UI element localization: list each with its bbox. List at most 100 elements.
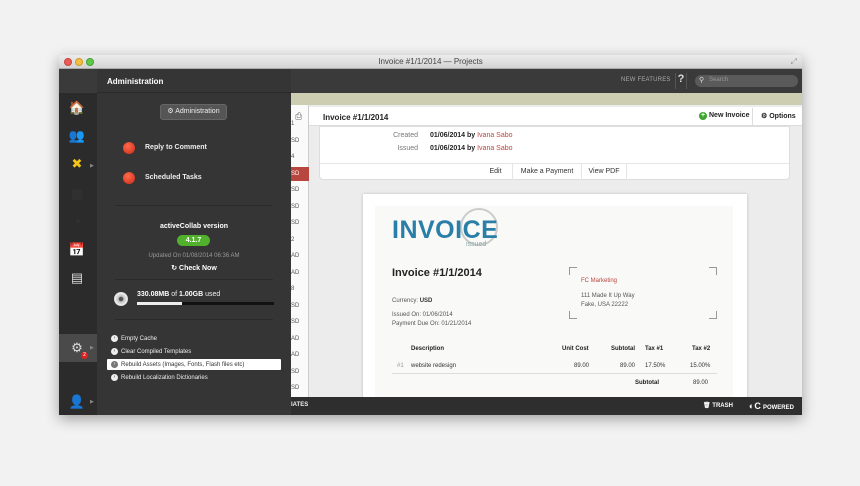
- app-window: Invoice #1/1/2014 — Projects ⤢ NEW FEATU…: [59, 55, 802, 415]
- corner: [709, 311, 717, 319]
- rebuild-assets-link[interactable]: › Rebuild Assets (Images, Fonts, Flash fi…: [111, 361, 244, 368]
- avatar-arrow-icon: ▶: [90, 399, 94, 405]
- due-on: Payment Due On: 01/21/2014: [392, 321, 472, 327]
- divider: [115, 319, 273, 320]
- new-features-link[interactable]: NEW FEATURES: [621, 77, 671, 83]
- row-tax2: 15.00%: [690, 363, 711, 369]
- col-tax2: Tax #2: [692, 346, 711, 352]
- invoice-list-column: 1 SD 4 SD SD SD SD 2 AD AD 8 SD SD AD AD SD SD: [291, 105, 309, 397]
- calendar-icon[interactable]: 📅: [68, 241, 86, 259]
- trash-button[interactable]: 🗑 TRASH: [703, 402, 733, 409]
- documents-icon[interactable]: ▤: [68, 269, 86, 287]
- list-cell[interactable]: SD: [291, 200, 309, 214]
- list-cell[interactable]: SD: [291, 183, 309, 197]
- rebuild-dictionaries-link[interactable]: › Rebuild Localization Dictionaries: [111, 374, 208, 381]
- title-bar: Invoice #1/1/2014 — Projects ⤢: [59, 55, 802, 69]
- subtotal-label: Subtotal: [635, 380, 659, 386]
- corner: [709, 267, 717, 275]
- gear-icon: ⚙: [761, 113, 770, 120]
- administration-panel: Administration ⚙ Administration Reply to…: [97, 69, 291, 415]
- rebuild-assets-highlight[interactable]: › Rebuild Assets (Images, Fonts, Flash fi…: [107, 359, 281, 370]
- help-button[interactable]: ?: [675, 73, 687, 89]
- invoice-preview: INVOICE issued Invoice #1/1/2014 Currenc…: [363, 194, 747, 399]
- client-address-line-2: Fake, USA 22222: [581, 302, 629, 308]
- list-cell[interactable]: SD: [291, 315, 309, 329]
- home-icon[interactable]: 🏠: [68, 99, 86, 117]
- client-box: FC Marketing 111 Made It Up Way Fake, US…: [569, 267, 717, 319]
- list-cell[interactable]: 8: [291, 282, 309, 296]
- trash-icon: 🗑: [703, 403, 713, 409]
- issued-value: 01/06/2014 by Ivana Sabo: [430, 145, 513, 152]
- currency-key: Currency:: [392, 298, 419, 304]
- main-icon-bar: 🏠 👥 ✖ ▶ ▦ ◔ 📅 ▤ ⚙ 2 ▶ 👤 ▶: [59, 93, 97, 415]
- row-subtotal: 89.00: [620, 363, 636, 369]
- version-updated: Updated On 01/08/2014 06:36 AM: [148, 253, 240, 259]
- list-cell[interactable]: AD: [291, 348, 309, 362]
- list-cell[interactable]: 4: [291, 150, 309, 164]
- notification-badge: 2: [81, 352, 88, 359]
- created-by-link[interactable]: Ivana Sabo: [477, 132, 512, 139]
- created-value: 01/06/2014 by Ivana Sabo: [430, 132, 513, 139]
- list-cell[interactable]: AD: [291, 249, 309, 263]
- search-icon: ⚲: [699, 77, 705, 84]
- row-unit-cost: 89.00: [574, 363, 590, 369]
- issued-key: Issued: [397, 145, 418, 152]
- edit-button[interactable]: Edit: [479, 164, 512, 180]
- empty-cache-link[interactable]: › Empty Cache: [111, 335, 157, 342]
- list-cell[interactable]: SD: [291, 299, 309, 313]
- col-subtotal: Subtotal: [611, 346, 635, 352]
- currency-value: USD: [419, 298, 433, 304]
- make-payment-button[interactable]: Make a Payment: [512, 164, 581, 180]
- disk-usage-text: 330.08MB of 1.00GB used: [137, 291, 220, 298]
- templates-link[interactable]: IATES: [291, 402, 308, 408]
- subtotal-value: 89.00: [693, 380, 709, 386]
- version-badge: 4.1.7: [177, 235, 210, 246]
- people-icon[interactable]: 👥: [68, 127, 86, 145]
- view-pdf-button[interactable]: View PDF: [581, 164, 627, 180]
- disk-of: of: [171, 291, 178, 298]
- col-tax1: Tax #1: [645, 346, 664, 352]
- arrow-circle-icon: ›: [111, 374, 118, 381]
- options-button[interactable]: ⚙ Options: [752, 108, 802, 125]
- reply-to-comment-label: Reply to Comment: [145, 144, 207, 151]
- refresh-icon: ↻: [171, 265, 180, 272]
- list-cell[interactable]: SD: [291, 381, 309, 395]
- activecollab-logo-icon: ◐C: [749, 401, 761, 411]
- list-cell[interactable]: SD: [291, 134, 309, 148]
- created-key: Created: [393, 132, 418, 139]
- row-number: #1: [397, 363, 404, 369]
- issued-by-link[interactable]: Ivana Sabo: [477, 145, 512, 152]
- reports-pie-icon[interactable]: ◔: [68, 213, 86, 231]
- clear-templates-link[interactable]: › Clear Compiled Templates: [111, 348, 191, 355]
- list-cell[interactable]: SD: [291, 166, 309, 181]
- list-cell[interactable]: AD: [291, 266, 309, 280]
- powered-by[interactable]: ◐C POWERED: [749, 401, 794, 411]
- header-strip: [291, 93, 802, 105]
- search-input[interactable]: ⚲ Search: [695, 75, 798, 87]
- client-address-line-1: 111 Made It Up Way: [581, 293, 635, 299]
- new-invoice-button[interactable]: + New Invoice: [699, 112, 749, 120]
- issued-date: 01/06/2014 by: [430, 145, 476, 152]
- invoice-title: Invoice #1/1/2014: [323, 113, 389, 122]
- empty-cache-label: Empty Cache: [121, 336, 158, 343]
- new-invoice-label: New Invoice: [709, 112, 750, 119]
- list-cell[interactable]: SD: [291, 365, 309, 379]
- fullscreen-icon[interactable]: ⤢: [791, 57, 797, 67]
- invoice-action-bar: Edit Make a Payment View PDF: [320, 163, 789, 180]
- tools-icon[interactable]: ✖: [68, 155, 86, 173]
- col-description: Description: [411, 346, 445, 352]
- clear-templates-label: Clear Compiled Templates: [121, 349, 192, 356]
- list-cell[interactable]: SD: [291, 216, 309, 230]
- avatar[interactable]: 👤: [68, 393, 86, 411]
- list-cell[interactable]: AD: [291, 332, 309, 346]
- print-icon[interactable]: ⎙: [295, 111, 302, 122]
- disk-used: 330.08MB: [137, 291, 170, 298]
- check-now-button[interactable]: ↻ Check Now: [97, 264, 291, 272]
- row-tax1: 17.50%: [645, 363, 666, 369]
- administration-button[interactable]: ⚙ Administration: [160, 104, 227, 120]
- disk-suffix: used: [205, 291, 221, 298]
- check-now-label: Check Now: [179, 265, 217, 272]
- projects-icon[interactable]: ▦: [68, 185, 86, 203]
- divider: [115, 205, 273, 206]
- list-cell[interactable]: 2: [291, 233, 309, 247]
